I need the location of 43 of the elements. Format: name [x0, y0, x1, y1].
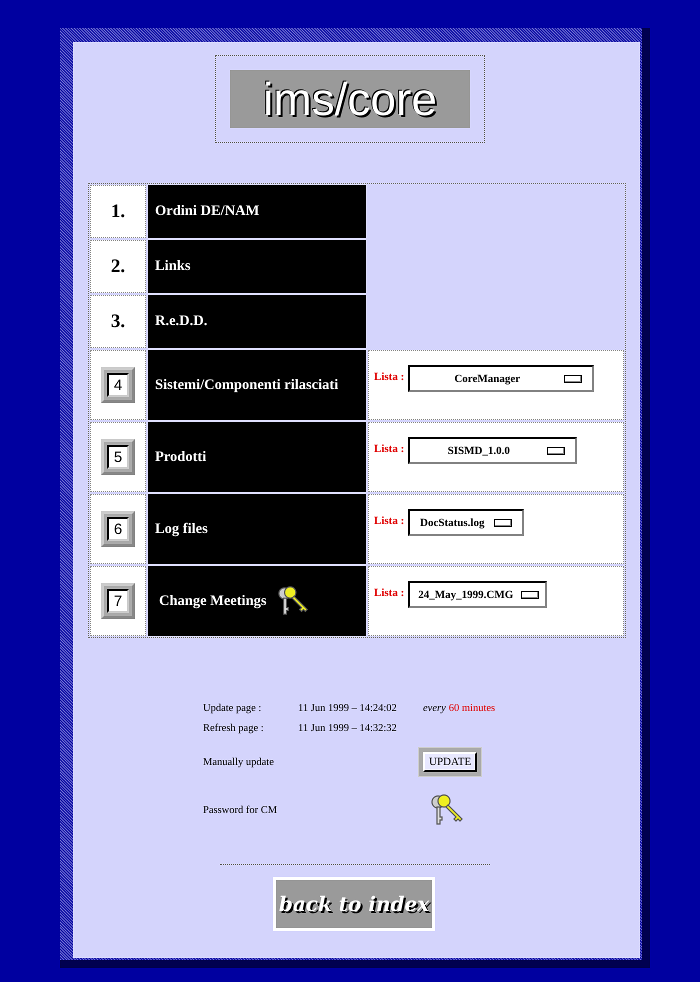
list-dropdown[interactable]: 24_May_1999.CMG: [408, 581, 548, 608]
item-number: 3.: [110, 310, 126, 332]
option-menu-indicator-icon: [521, 590, 540, 598]
list-label: Lista :: [374, 371, 404, 383]
menu-link-cell[interactable]: R.e.D.D.: [148, 295, 366, 348]
menu-link-cell[interactable]: Prodotti: [148, 422, 366, 492]
info-label: Manually update: [203, 756, 275, 768]
menu-link[interactable]: R.e.D.D.: [155, 313, 208, 330]
menu-link[interactable]: Ordini DE/NAM: [155, 203, 260, 220]
item-number: 2.: [110, 256, 126, 278]
list-dropdown[interactable]: DocStatus.log: [408, 509, 524, 536]
refresh-time: 11 Jun 1999 – 14:32:32: [298, 722, 398, 734]
info-label: Update page :: [203, 702, 262, 714]
list-label: Lista :: [374, 443, 404, 455]
option-menu-indicator-icon: [494, 518, 512, 526]
menu-link[interactable]: Prodotti: [155, 448, 206, 466]
menu-link[interactable]: Links: [155, 258, 190, 275]
menu-link-cell[interactable]: Sistemi/Componenti rilasciati: [148, 350, 366, 420]
info-label: Refresh page :: [203, 722, 265, 734]
update-interval-prefix: every: [423, 702, 446, 714]
update-interval: 60 minutes: [448, 702, 496, 714]
list-label: Lista :: [374, 587, 404, 599]
menu-link[interactable]: Log files: [155, 520, 208, 538]
number-button[interactable]: 5: [101, 439, 135, 475]
menu-link-cell[interactable]: Links: [148, 240, 366, 293]
info-label: Password for CM: [203, 804, 278, 816]
list-label: Lista :: [374, 515, 404, 527]
number-button[interactable]: 4: [101, 367, 135, 403]
menu-link[interactable]: Change Meetings: [155, 592, 267, 610]
logo: ims/core: [230, 70, 470, 128]
option-menu-indicator-icon: [564, 374, 582, 382]
number-button[interactable]: 6: [101, 511, 135, 547]
list-dropdown[interactable]: CoreManager: [408, 365, 594, 392]
menu-link-cell[interactable]: Ordini DE/NAM: [148, 185, 366, 238]
update-button[interactable]: UPDATE: [423, 752, 478, 772]
menu-link[interactable]: Sistemi/Componenti rilasciati: [155, 376, 338, 394]
option-menu-indicator-icon: [547, 446, 566, 454]
update-time: 11 Jun 1999 – 14:24:02: [298, 702, 398, 714]
menu-link-cell[interactable]: Change Meetings: [148, 566, 366, 636]
list-dropdown[interactable]: SISMD_1.0.0: [408, 437, 578, 464]
number-button[interactable]: 7: [101, 583, 135, 619]
menu-link-cell[interactable]: Log files: [148, 494, 366, 564]
item-number: 1.: [110, 200, 126, 222]
